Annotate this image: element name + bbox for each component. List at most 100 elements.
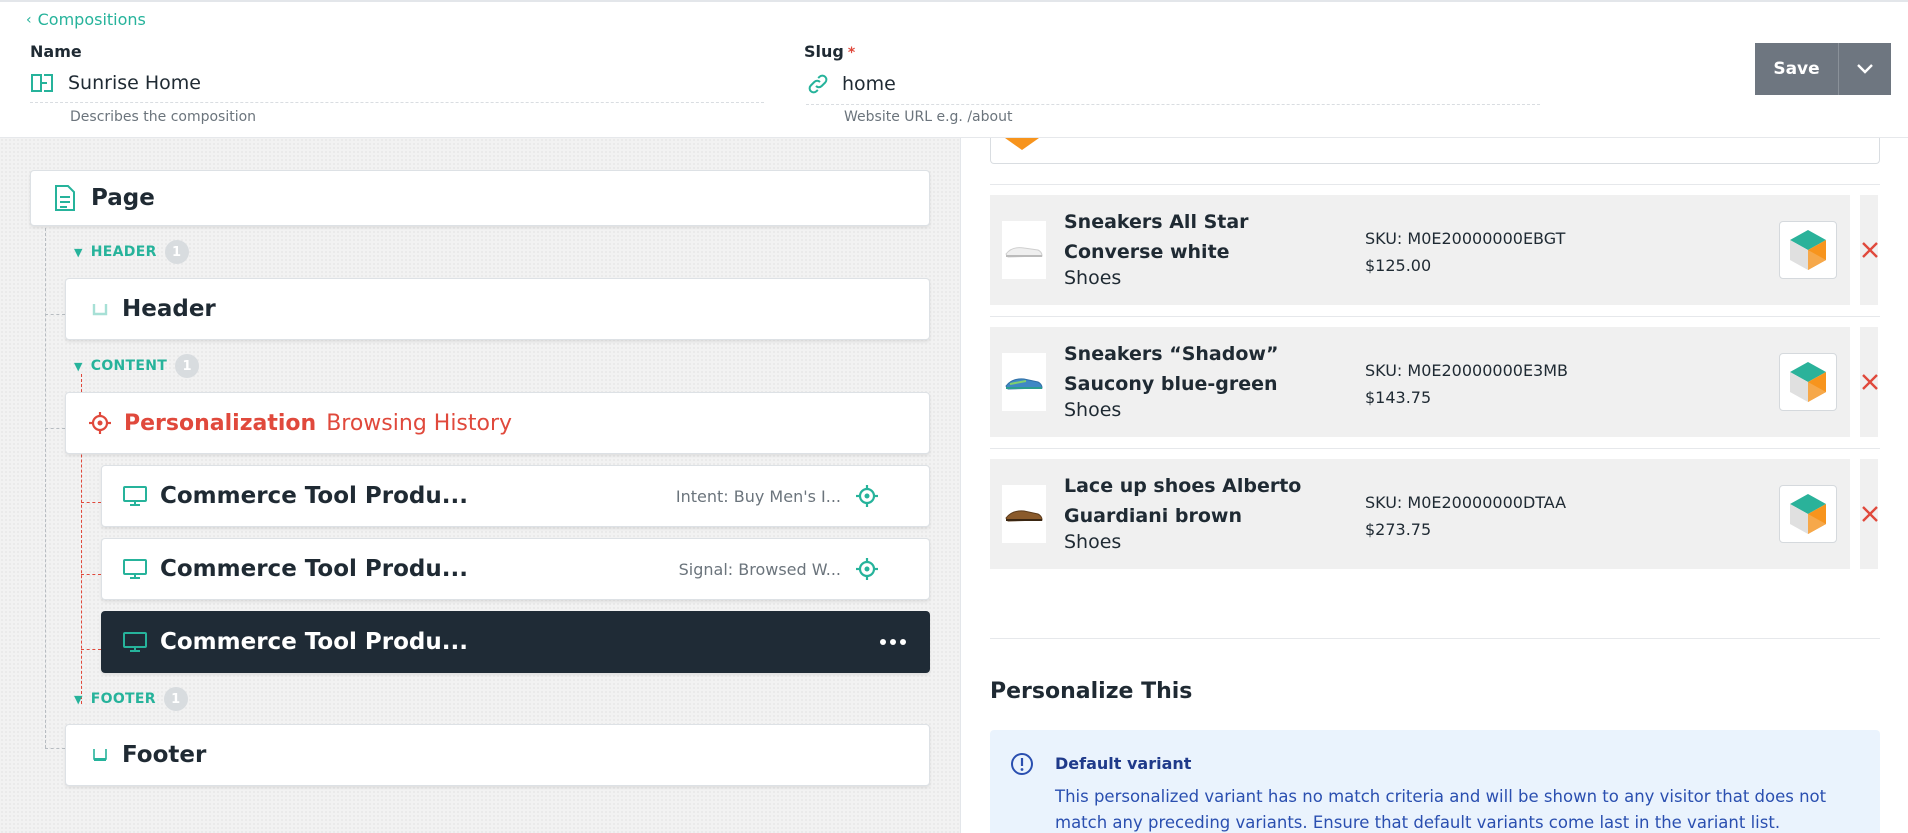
personalization-connector [81,649,101,650]
variant-title: Commerce Tool Produ... [160,483,468,509]
parameter-card-partial [990,138,1880,164]
target-icon [88,411,112,435]
info-icon [1011,753,1033,775]
section-name: FOOTER [90,691,156,707]
close-icon [1862,242,1878,258]
composition-header: ‹ Compositions Name Sunrise Home Describ… [0,0,1908,138]
product-item: Sneakers “Shadow” Saucony blue-green Sho… [990,327,1850,437]
name-field[interactable]: Sunrise Home [30,72,764,103]
tree-connector [45,748,65,749]
footer-node-title: Footer [122,742,207,768]
product-sku: SKU: M0E20000000EBGT [1365,229,1566,248]
slug-input[interactable]: home [842,73,896,95]
product-price: $125.00 [1365,256,1432,275]
section-count-badge: 1 [163,687,188,711]
variant-node[interactable]: Commerce Tool Produ... Intent: Buy Men's… [101,465,930,527]
back-link[interactable]: ‹ Compositions [26,10,146,29]
remove-product-button[interactable] [1859,503,1881,525]
product-sku: SKU: M0E20000000E3MB [1365,361,1569,380]
more-options-icon[interactable] [879,638,907,646]
personalization-node[interactable]: Personalization Browsing History [65,392,930,454]
separator [990,184,1880,185]
product-item: Lace up shoes Alberto Guardiani brown Sh… [990,459,1850,569]
section-count-badge: 1 [164,240,189,264]
commercetools-logo-icon [1779,353,1837,411]
product-thumbnail [1002,485,1046,543]
personalization-subtitle: Browsing History [326,410,513,436]
slug-field[interactable]: home [806,72,1540,105]
tree-connector [45,428,65,429]
remove-product-button[interactable] [1859,239,1881,261]
section-name: CONTENT [90,358,168,374]
save-button[interactable]: Save [1755,43,1839,95]
monitor-icon [122,631,148,653]
commercetools-logo-icon [1779,221,1837,279]
variant-title: Commerce Tool Produ... [160,629,468,655]
product-sku-price: SKU: M0E20000000DTAA $273.75 [1365,489,1566,543]
product-sku-price: SKU: M0E20000000E3MB $143.75 [1365,357,1568,411]
separator [990,638,1880,639]
save-options-button[interactable] [1839,43,1891,95]
chevron-left-icon: ‹ [26,11,32,28]
product-item: Sneakers All Star Converse white Shoes S… [990,195,1850,305]
target-icon[interactable] [855,484,879,508]
product-category: Shoes [1064,399,1122,421]
link-icon [806,72,830,96]
variant-node[interactable]: Commerce Tool Produ... Signal: Browsed W… [101,538,930,600]
name-label: Name [30,42,82,61]
remove-product-button[interactable] [1859,371,1881,393]
product-category: Shoes [1064,267,1122,289]
personalization-connector [81,574,101,575]
properties-panel: Sneakers All Star Converse white Shoes S… [961,138,1908,833]
section-header-label[interactable]: ▼ HEADER 1 [74,240,189,264]
section-content-label[interactable]: ▼ CONTENT 1 [74,354,200,378]
name-input[interactable]: Sunrise Home [68,72,201,94]
footer-slot-icon [92,747,108,763]
section-footer-label[interactable]: ▼ FOOTER 1 [74,687,188,711]
back-link-label: Compositions [37,10,146,29]
composition-tree: Page ▼ HEADER 1 Header ▼ CONTENT 1 Perso… [0,138,960,833]
variant-criteria: Signal: Browsed W... [678,559,841,579]
chevron-down-icon [1857,64,1873,74]
composition-icon [30,73,56,93]
header-node[interactable]: Header [65,278,930,340]
slug-label: Slug * [804,42,856,61]
section-count-badge: 1 [175,354,200,378]
page-root-title: Page [91,185,155,211]
save-button-group: Save [1755,43,1891,95]
caret-down-icon: ▼ [74,359,83,373]
tree-connector [45,228,46,748]
product-name: Lace up shoes Alberto Guardiani brown [1064,475,1302,527]
close-icon [1862,374,1878,390]
variant-node-selected[interactable]: Commerce Tool Produ... [101,611,930,673]
default-variant-info: Default variant This personalized varian… [990,730,1880,833]
close-icon [1862,506,1878,522]
personalization-connector [81,502,101,503]
commercetools-logo-icon [1779,485,1837,543]
monitor-icon [122,558,148,580]
variant-title: Commerce Tool Produ... [160,556,468,582]
info-title: Default variant [1055,754,1192,773]
header-node-title: Header [122,296,216,322]
variant-criteria: Intent: Buy Men's I... [675,486,841,506]
product-sku-price: SKU: M0E20000000EBGT $125.00 [1365,225,1565,279]
info-body: This personalized variant has no match c… [1055,787,1827,832]
commercetools-logo-icon [1005,138,1039,150]
tree-connector [45,314,65,315]
section-name: HEADER [90,244,157,260]
personalize-heading: Personalize This [990,679,1193,704]
product-name: Sneakers All Star Converse white [1064,211,1249,263]
footer-node[interactable]: Footer [65,724,930,786]
product-thumbnail [1002,353,1046,411]
personalization-title: Personalization [124,410,317,436]
product-category: Shoes [1064,531,1122,553]
product-thumbnail [1002,221,1046,279]
separator [990,448,1880,449]
product-sku: SKU: M0E20000000DTAA [1365,493,1567,512]
name-hint: Describes the composition [70,109,257,125]
header-slot-icon [92,302,108,316]
target-icon[interactable] [855,557,879,581]
product-price: $143.75 [1365,388,1432,407]
page-root-node[interactable]: Page [30,170,930,226]
product-name: Sneakers “Shadow” Saucony blue-green [1064,343,1279,395]
